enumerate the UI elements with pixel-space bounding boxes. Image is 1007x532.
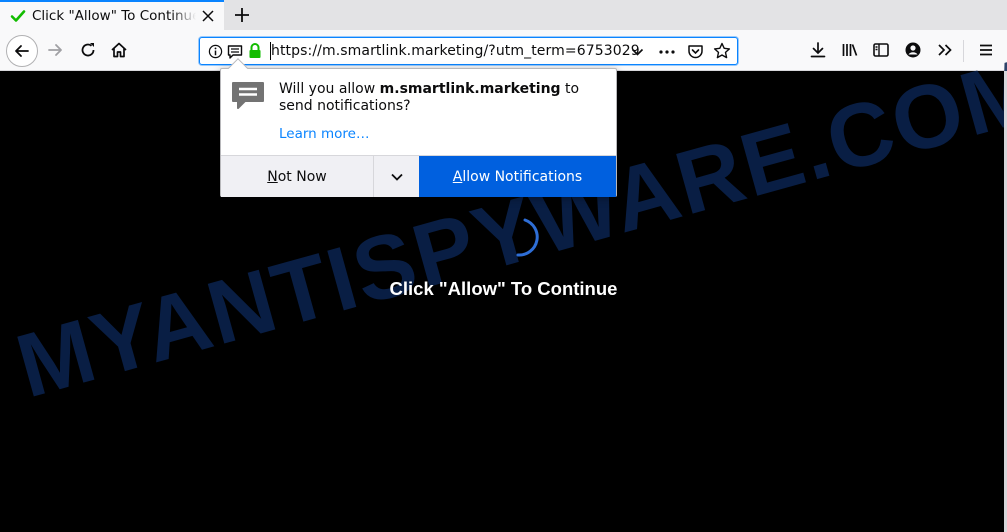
plus-icon[interactable] — [232, 5, 252, 25]
learn-more-link[interactable]: Learn more… — [279, 126, 370, 142]
chevron-down-icon — [390, 173, 403, 181]
popup-message: Will you allow m.smartlink.marketing to … — [279, 81, 599, 115]
reload-button[interactable] — [73, 35, 103, 65]
allow-label: llow Notifications — [462, 168, 583, 185]
forward-button[interactable] — [40, 35, 70, 65]
tab-active[interactable]: Click "Allow" To Continue — [0, 0, 224, 30]
tab-strip: Click "Allow" To Continue — [0, 0, 1007, 30]
library-button[interactable] — [835, 35, 865, 65]
more-icon[interactable] — [658, 44, 676, 60]
menu-icon — [980, 44, 992, 56]
popup-site: m.smartlink.marketing — [379, 81, 561, 97]
popup-message-prefix: Will you allow — [279, 81, 380, 97]
close-icon[interactable] — [201, 9, 215, 23]
not-now-accesskey: N — [267, 168, 278, 185]
home-icon — [111, 42, 127, 58]
dropdown-icon[interactable] — [631, 46, 644, 58]
popup-footer: Not Now Allow Notifications — [221, 155, 616, 197]
notification-permission-popup: Will you allow m.smartlink.marketing to … — [220, 58, 617, 197]
back-icon — [15, 45, 29, 57]
info-icon[interactable] — [208, 44, 223, 59]
forward-icon — [48, 44, 62, 56]
overflow-icon — [938, 44, 952, 56]
not-now-button[interactable]: Not Now — [221, 156, 374, 197]
reload-icon — [81, 43, 95, 57]
download-icon — [810, 42, 826, 58]
loading-spinner — [516, 218, 539, 257]
url-text[interactable]: https://m.smartlink.marketing/?utm_term=… — [271, 43, 640, 59]
sidebar-icon — [873, 43, 889, 57]
nav-toolbar: https://m.smartlink.marketing/?utm_term=… — [0, 30, 1007, 71]
home-button[interactable] — [104, 35, 134, 65]
allow-notifications-button[interactable]: Allow Notifications — [419, 156, 616, 197]
lock-icon[interactable] — [248, 43, 262, 59]
account-icon — [905, 42, 921, 58]
pocket-icon[interactable] — [687, 43, 704, 60]
more-options-button[interactable] — [374, 156, 419, 197]
check-icon — [10, 10, 26, 22]
url-bar[interactable]: https://m.smartlink.marketing/?utm_term=… — [199, 37, 738, 65]
star-icon[interactable] — [713, 42, 731, 60]
not-now-label: ot Now — [277, 168, 327, 185]
overflow-button[interactable] — [930, 35, 960, 65]
account-button[interactable] — [898, 35, 928, 65]
back-button[interactable] — [6, 35, 38, 67]
menu-button[interactable] — [971, 35, 1001, 65]
library-icon — [842, 44, 858, 56]
page-heading: Click "Allow" To Continue — [389, 278, 618, 299]
tab-title: Click "Allow" To Continue — [32, 8, 196, 24]
notification-icon[interactable] — [227, 44, 243, 60]
notification-icon — [232, 82, 264, 109]
sidebar-button[interactable] — [866, 35, 896, 65]
allow-accesskey: A — [452, 168, 463, 185]
toolbar-separator — [963, 40, 964, 62]
downloads-button[interactable] — [803, 35, 833, 65]
